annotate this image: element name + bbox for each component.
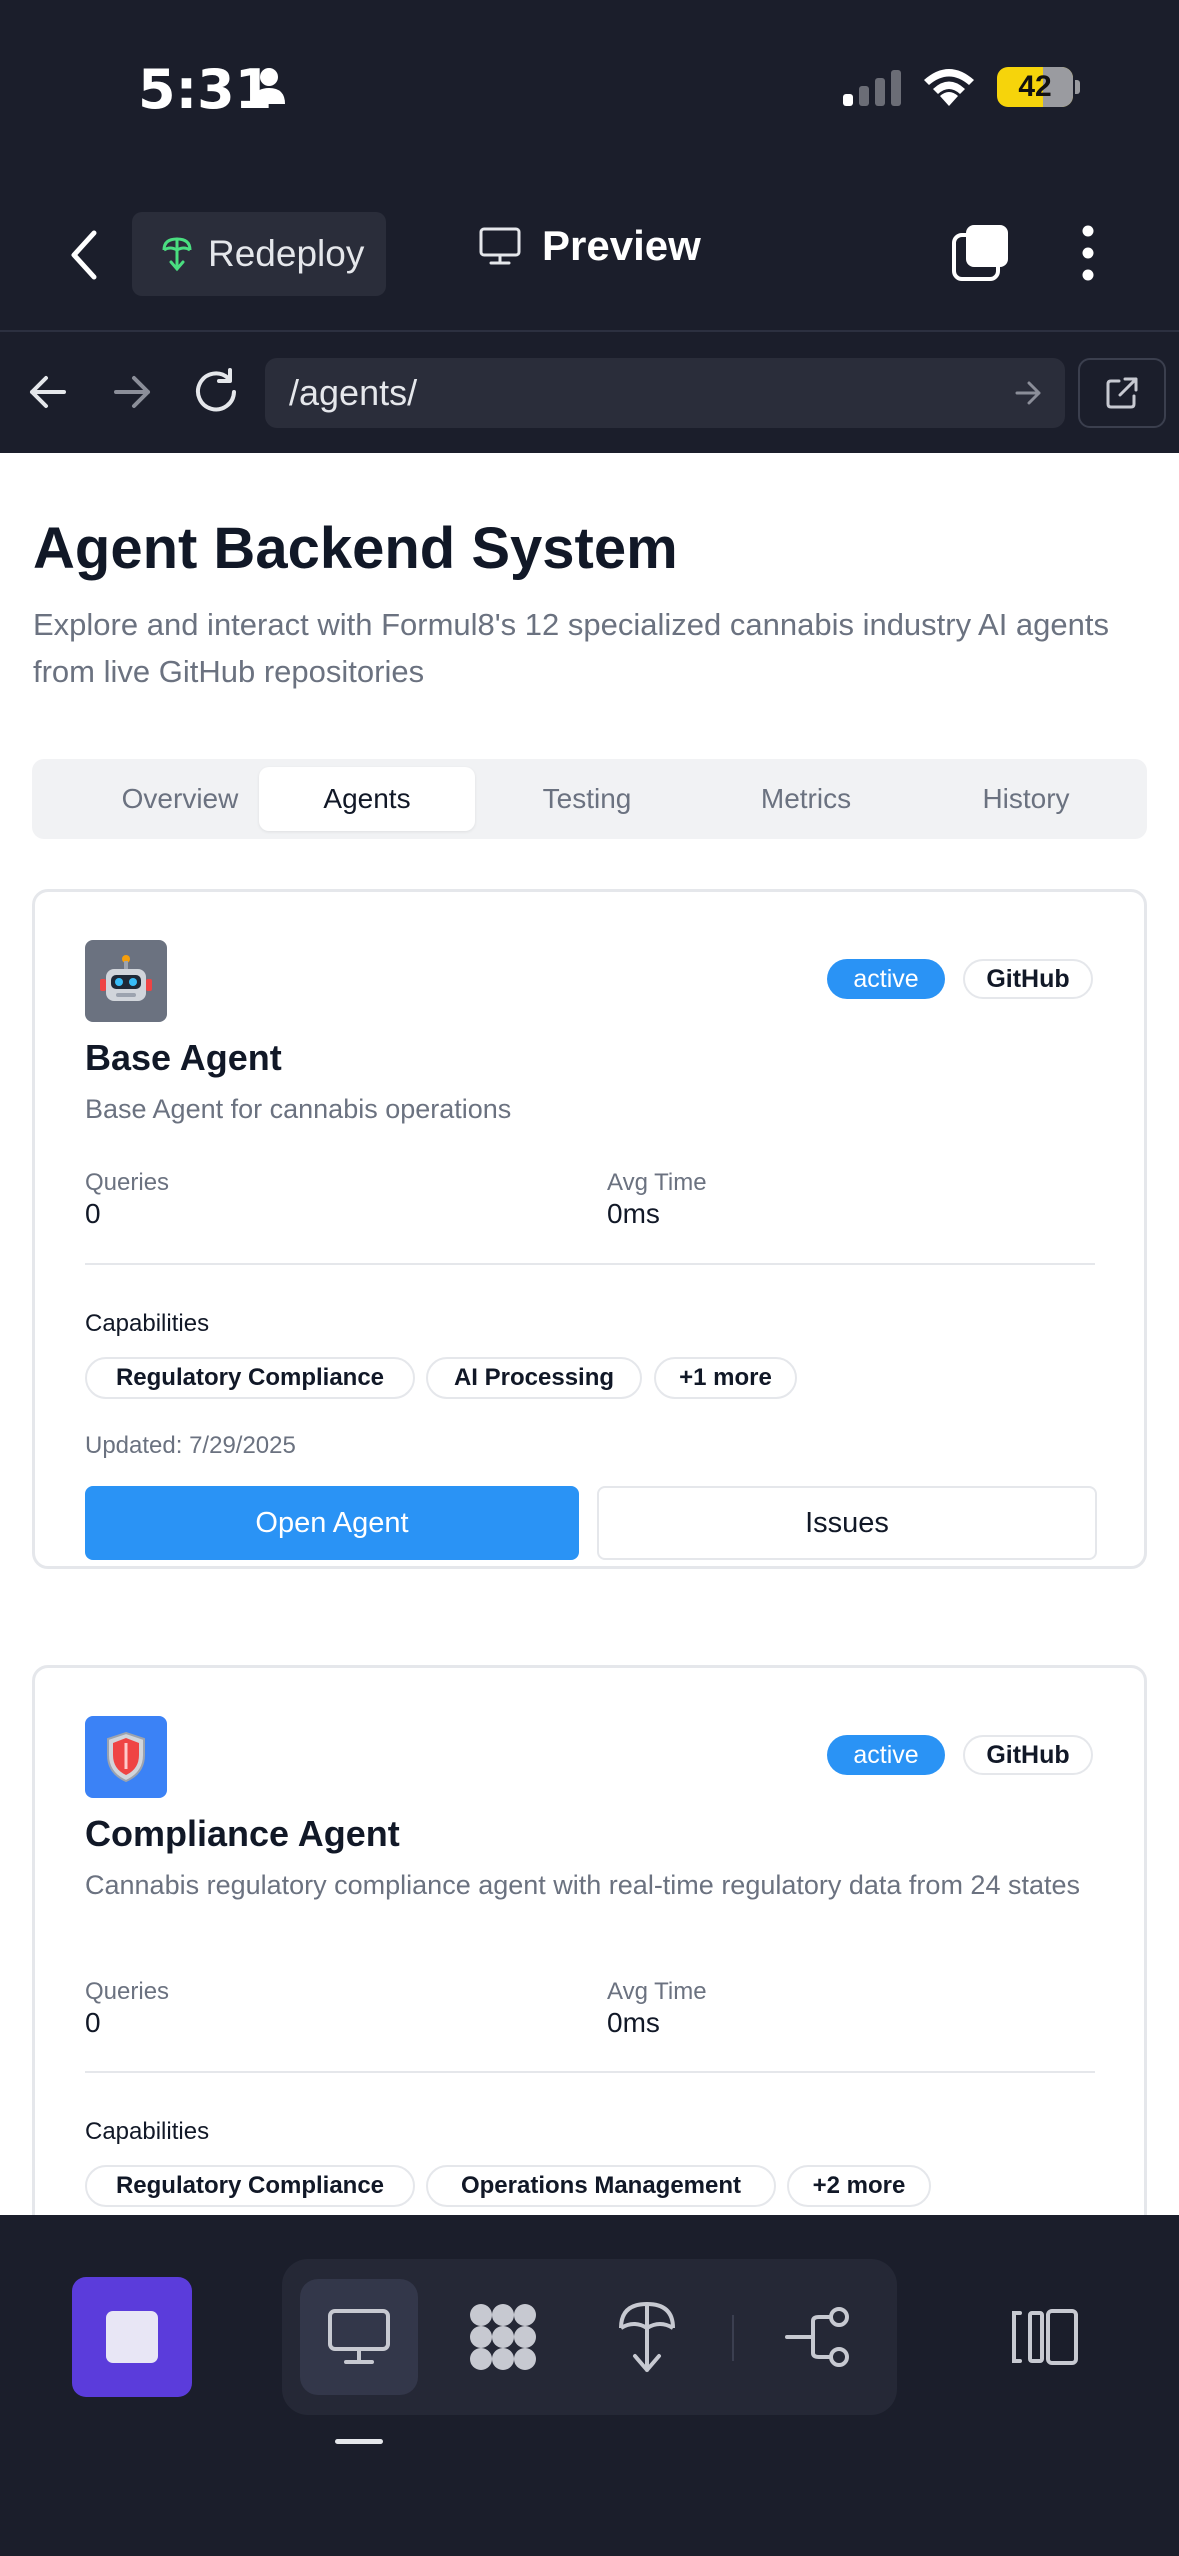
tab-overview[interactable]: Overview [72, 767, 288, 831]
battery-level: 42 [1018, 70, 1052, 103]
git-view-button[interactable] [760, 2279, 878, 2395]
active-view-indicator [335, 2439, 383, 2444]
page-title: Agent Backend System [33, 516, 678, 581]
capability-chip: Operations Management [426, 2165, 776, 2207]
avg-time-label: Avg Time [607, 1169, 707, 1196]
shield-icon [107, 1731, 145, 1783]
preview-view-button[interactable] [300, 2279, 418, 2395]
agent-avatar [85, 940, 167, 1022]
view-switcher [282, 2259, 897, 2415]
robot-icon [100, 955, 152, 1001]
capability-chip: Regulatory Compliance [85, 2165, 415, 2207]
more-capabilities-chip[interactable]: +2 more [787, 2165, 931, 2207]
tab-agents[interactable]: Agents [259, 767, 475, 831]
more-capabilities-chip[interactable]: +1 more [654, 1357, 797, 1399]
agent-description: Base Agent for cannabis operations [85, 1094, 512, 1124]
card-divider [85, 2071, 1095, 2073]
deploy-view-button[interactable] [588, 2279, 706, 2395]
grid-blob-icon [470, 2304, 536, 2370]
back-chevron-icon[interactable] [60, 225, 110, 285]
app-header: Redeploy Preview [0, 175, 1179, 330]
monitor-icon [328, 2309, 390, 2364]
agent-avatar [85, 1716, 167, 1798]
issues-button[interactable]: Issues [597, 1486, 1097, 1560]
agent-name: Compliance Agent [85, 1813, 400, 1854]
workspace-view-button[interactable] [444, 2279, 562, 2395]
branch-icon [785, 2307, 849, 2367]
avg-time-label: Avg Time [607, 1978, 707, 2005]
status-badge: active [827, 1735, 945, 1775]
wifi-icon [924, 69, 974, 106]
tab-testing[interactable]: Testing [479, 767, 695, 831]
deploy-icon [162, 237, 192, 272]
stop-button[interactable] [72, 2277, 192, 2397]
battery-indicator: 42 [997, 67, 1073, 107]
capabilities-label: Capabilities [85, 1310, 210, 1337]
open-agent-button[interactable]: Open Agent [85, 1486, 579, 1560]
card-divider [85, 1263, 1095, 1265]
queries-label: Queries [85, 1978, 170, 2005]
url-text: /agents/ [289, 372, 418, 413]
capability-chip: Regulatory Compliance [85, 1357, 415, 1399]
redeploy-label: Redeploy [208, 233, 365, 274]
web-content: Agent Backend System Explore and interac… [0, 453, 1179, 2215]
arrow-right-icon[interactable] [110, 370, 154, 414]
tab-history[interactable]: History [918, 767, 1134, 831]
cellular-signal-icon [843, 70, 901, 106]
queries-value: 0 [85, 2007, 101, 2038]
status-bar: 5:31 42 [0, 0, 1179, 175]
deploy-icon [619, 2301, 675, 2372]
open-external-button[interactable] [1078, 358, 1166, 428]
tabs-icon[interactable] [950, 221, 1012, 283]
bottom-toolbar [0, 2215, 1179, 2556]
source-badge: GitHub [963, 959, 1093, 999]
preview-button[interactable]: Preview [478, 222, 701, 270]
panels-icon[interactable] [1010, 2307, 1080, 2367]
agent-description: Cannabis regulatory compliance agent wit… [85, 1870, 1081, 1900]
browser-bar: /agents/ [0, 330, 1179, 453]
avg-time-value: 0ms [607, 2007, 660, 2038]
reload-icon[interactable] [192, 368, 242, 418]
agent-card: active GitHub Compliance Agent Cannabis … [32, 1665, 1147, 2215]
more-vertical-icon[interactable] [1078, 225, 1098, 281]
page-subtitle: Explore and interact with Formul8's 12 s… [33, 607, 1109, 689]
status-badge: active [827, 959, 945, 999]
preview-label: Preview [542, 222, 701, 269]
toolbar-separator [732, 2315, 734, 2361]
capabilities-label: Capabilities [85, 2118, 210, 2145]
queries-value: 0 [85, 1198, 101, 1229]
redeploy-button[interactable]: Redeploy [132, 212, 386, 296]
queries-label: Queries [85, 1169, 170, 1196]
battery-tip [1075, 80, 1080, 94]
updated-date: Updated: 7/29/2025 [85, 1432, 296, 1459]
avg-time-value: 0ms [607, 1198, 660, 1229]
section-tabs: Overview Agents Testing Metrics History [32, 759, 1147, 839]
monitor-icon [479, 227, 521, 265]
tab-metrics[interactable]: Metrics [698, 767, 914, 831]
agent-name: Base Agent [85, 1037, 282, 1078]
external-link-icon [1106, 377, 1138, 409]
url-bar[interactable]: /agents/ [265, 358, 1065, 428]
agent-card: active GitHub Base Agent Base Agent for … [32, 889, 1147, 1569]
arrow-left-icon[interactable] [26, 370, 70, 414]
stop-icon [106, 2311, 158, 2363]
capability-chip: AI Processing [426, 1357, 642, 1399]
go-arrow-icon[interactable] [1013, 378, 1043, 408]
source-badge: GitHub [963, 1735, 1093, 1775]
person-icon [253, 68, 285, 104]
